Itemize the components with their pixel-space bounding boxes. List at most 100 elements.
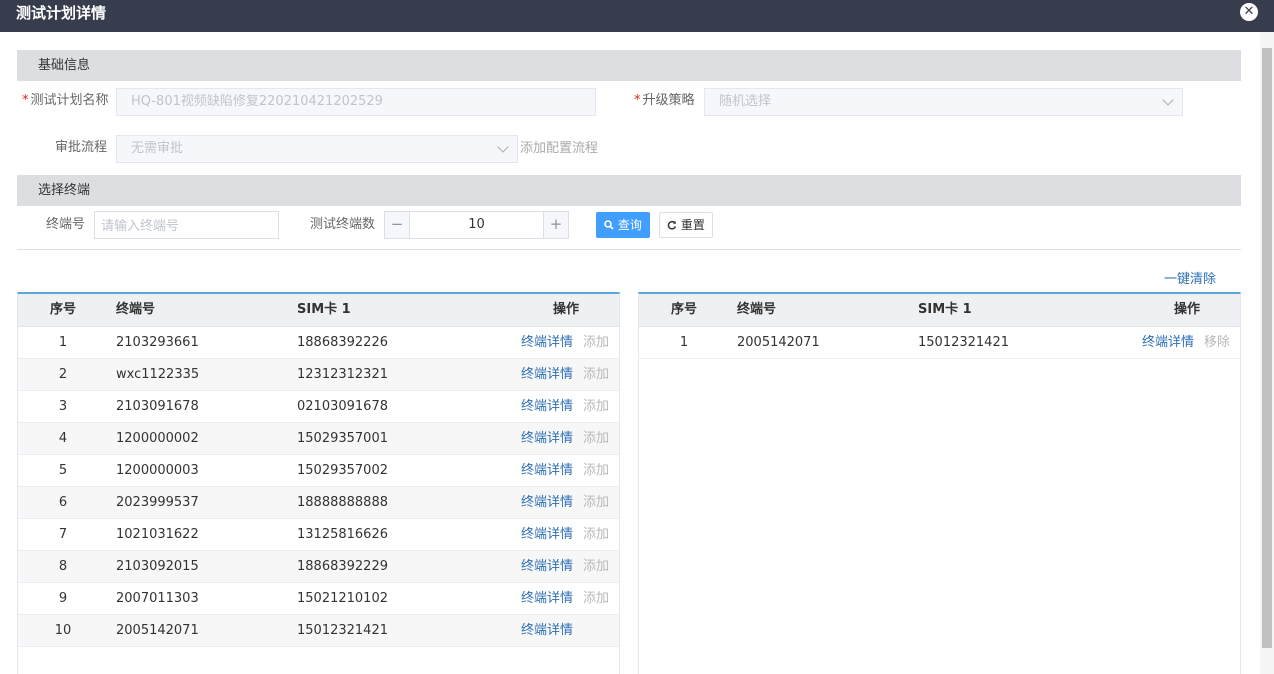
terminal-detail-link[interactable]: 终端详情: [521, 359, 573, 390]
add-link[interactable]: 添加: [583, 327, 609, 358]
terminal-number: 2005142071: [737, 335, 820, 350]
header-terminal: 终端号: [116, 302, 156, 317]
terminal-number: 2007011303: [116, 591, 199, 606]
add-link[interactable]: 添加: [583, 391, 609, 422]
selected-terminal-table: 序号 终端号 SIM卡 1 操作 1 2005142071 15012321421 终…: [638, 292, 1241, 674]
plan-name-field[interactable]: HQ-801视频缺陷修复220210421202529: [116, 88, 596, 116]
table-row: 2 wxc1122335 12312312321 终端详情 添加: [18, 359, 619, 391]
close-icon[interactable]: ✕: [1240, 3, 1258, 21]
terminal-detail-link[interactable]: 终端详情: [1142, 327, 1194, 358]
row-index: 2: [58, 367, 68, 382]
table-body: 1 2103293661 18868392226 终端详情 添加 2 wxc1122335 1…: [18, 327, 619, 647]
terminal-detail-link[interactable]: 终端详情: [521, 583, 573, 614]
decrement-button[interactable]: −: [385, 212, 410, 238]
terminal-search-input[interactable]: [94, 211, 279, 239]
table-row: 5 1200000003 15029357002 终端详情 添加: [18, 455, 619, 487]
dialog-header: 测试计划详情 ✕: [0, 0, 1274, 32]
table-row: 7 1021031622 13125816626 终端详情 添加: [18, 519, 619, 551]
terminal-detail-link[interactable]: 终端详情: [521, 615, 573, 646]
terminal-detail-link[interactable]: 终端详情: [521, 423, 573, 454]
terminal-detail-link[interactable]: 终端详情: [521, 327, 573, 358]
row-index: 5: [58, 463, 68, 478]
basic-info-section-header: 基础信息: [17, 50, 1241, 81]
terminal-count-stepper: − 10 +: [384, 211, 569, 239]
terminal-count-value[interactable]: 10: [410, 212, 543, 238]
terminal-detail-link[interactable]: 终端详情: [521, 391, 573, 422]
add-link[interactable]: 添加: [583, 551, 609, 582]
strategy-label: * 升级策略: [634, 93, 695, 108]
search-button[interactable]: 查询: [596, 212, 650, 238]
row-index: 1: [58, 335, 68, 350]
terminal-number: 2023999537: [116, 495, 199, 510]
terminal-number: 2103092015: [116, 559, 199, 574]
reset-button[interactable]: 重置: [659, 212, 713, 238]
header-operation: 操作: [553, 302, 580, 317]
row-index: 10: [54, 623, 72, 638]
table-row: 6 2023999537 18888888888 终端详情 添加: [18, 487, 619, 519]
header-operation: 操作: [1174, 302, 1201, 317]
table-header: 序号 终端号 SIM卡 1 操作: [18, 294, 619, 327]
terminal-number: 1200000002: [116, 431, 199, 446]
sim-number: 15012321421: [297, 623, 388, 638]
vertical-scrollbar[interactable]: [1260, 32, 1274, 674]
table-row: 1 2005142071 15012321421 终端详情 移除: [639, 327, 1240, 359]
reset-button-label: 重置: [680, 218, 705, 232]
strategy-value: 随机选择: [719, 94, 772, 109]
required-mark: *: [22, 93, 29, 108]
row-index: 4: [58, 431, 68, 446]
scrollbar-thumb[interactable]: [1262, 48, 1272, 648]
terminal-number: 2005142071: [116, 623, 199, 638]
approval-value: 无需审批: [131, 141, 184, 156]
row-index: 8: [58, 559, 68, 574]
row-index: 9: [58, 591, 68, 606]
header-sim: SIM卡 1: [918, 302, 972, 317]
add-link[interactable]: 添加: [583, 583, 609, 614]
row-index: 7: [58, 527, 68, 542]
increment-button[interactable]: +: [543, 212, 568, 238]
sim-number: 13125816626: [297, 527, 388, 542]
select-terminal-section-header: 选择终端: [17, 175, 1241, 206]
chevron-down-icon: [497, 141, 509, 153]
sim-number: 18868392229: [297, 559, 388, 574]
sim-number: 15029357001: [297, 431, 388, 446]
divider: [17, 249, 1241, 250]
table-row: 8 2103092015 18868392229 终端详情 添加: [18, 551, 619, 583]
terminal-number: 2103293661: [116, 335, 199, 350]
dialog-title: 测试计划详情: [16, 4, 107, 22]
header-sim: SIM卡 1: [297, 302, 351, 317]
add-link[interactable]: 添加: [583, 519, 609, 550]
terminal-number: wxc1122335: [116, 367, 200, 382]
row-index: 6: [58, 495, 68, 510]
terminal-detail-link[interactable]: 终端详情: [521, 551, 573, 582]
header-index: 序号: [49, 302, 76, 317]
strategy-select[interactable]: 随机选择: [704, 88, 1183, 116]
add-link[interactable]: 添加: [583, 423, 609, 454]
add-link[interactable]: 添加: [583, 359, 609, 390]
terminal-number-label: 终端号: [46, 217, 86, 232]
header-terminal: 终端号: [737, 302, 777, 317]
table-row: 9 2007011303 15021210102 终端详情 添加: [18, 583, 619, 615]
sim-number: 15012321421: [918, 335, 1009, 350]
table-row: 4 1200000002 15029357001 终端详情 添加: [18, 423, 619, 455]
header-index: 序号: [670, 302, 697, 317]
terminal-detail-link[interactable]: 终端详情: [521, 455, 573, 486]
remove-link[interactable]: 移除: [1204, 327, 1230, 358]
table-row: 3 2103091678 02103091678 终端详情 添加: [18, 391, 619, 423]
plan-name-label: * 测试计划名称: [22, 93, 109, 108]
add-config-flow-link[interactable]: 添加配置流程: [520, 139, 598, 159]
terminal-detail-link[interactable]: 终端详情: [521, 487, 573, 518]
add-link[interactable]: 添加: [583, 487, 609, 518]
sim-number: 18888888888: [297, 495, 388, 510]
terminal-number: 1021031622: [116, 527, 199, 542]
add-link[interactable]: 添加: [583, 455, 609, 486]
basic-info-title: 基础信息: [38, 58, 91, 73]
test-terminal-count-label: 测试终端数: [310, 217, 376, 232]
available-terminal-table: 序号 终端号 SIM卡 1 操作 1 2103293661 18868392226 终…: [17, 292, 620, 674]
approval-label: 审批流程: [55, 140, 108, 155]
search-button-label: 查询: [617, 218, 642, 232]
terminal-detail-link[interactable]: 终端详情: [521, 519, 573, 550]
approval-select[interactable]: 无需审批: [116, 135, 518, 163]
terminal-number: 2103091678: [116, 399, 199, 414]
table-row: 10 2005142071 15012321421 终端详情: [18, 615, 619, 647]
clear-all-link[interactable]: 一键清除: [1164, 271, 1216, 289]
